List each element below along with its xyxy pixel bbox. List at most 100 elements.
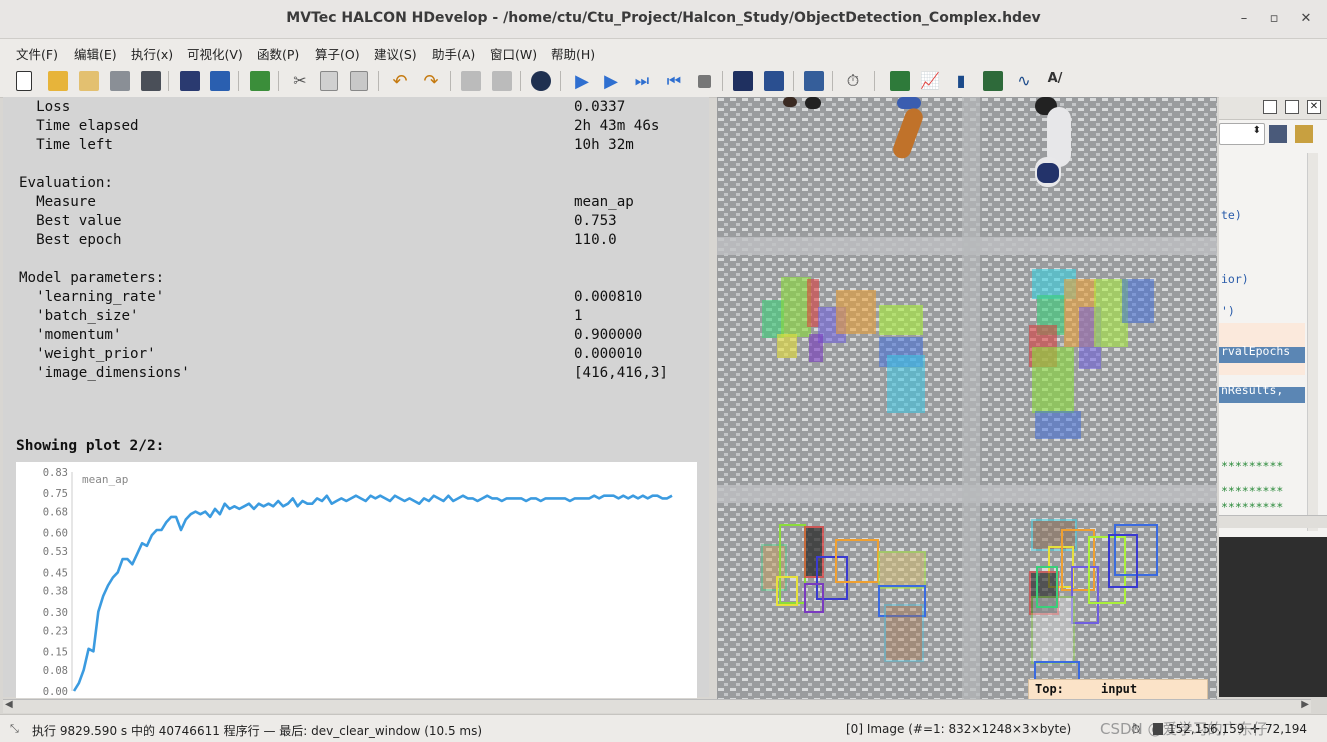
editor-toolbar-icon[interactable] bbox=[1269, 125, 1287, 143]
output-value: 10h 32m bbox=[574, 137, 634, 153]
output-label: 'momentum' bbox=[19, 327, 122, 343]
menu-edit[interactable]: 编辑(E) bbox=[74, 44, 117, 63]
output-value: 0.000810 bbox=[574, 289, 643, 305]
histogram-icon[interactable]: ▮ bbox=[951, 71, 971, 91]
y-tick-label: 0.38 bbox=[43, 586, 68, 598]
run-icon[interactable]: ▶ bbox=[572, 71, 592, 92]
status-indicator-icon: ⤡ bbox=[10, 722, 19, 735]
scroll-left-icon[interactable]: ◀ bbox=[5, 699, 13, 710]
uncomment-icon[interactable] bbox=[492, 71, 512, 91]
menu-execute[interactable]: 执行(x) bbox=[131, 44, 173, 63]
maximize-icon[interactable] bbox=[1285, 100, 1299, 114]
output-label: Model parameters: bbox=[19, 270, 165, 286]
pill-detection-image bbox=[717, 97, 1217, 699]
output-value: 110.0 bbox=[574, 232, 617, 248]
output-value: [416,416,3] bbox=[574, 365, 668, 381]
y-tick-label: 0.68 bbox=[43, 507, 68, 519]
y-tick-label: 0.30 bbox=[43, 607, 68, 619]
minimize-icon[interactable] bbox=[1263, 100, 1277, 114]
menu-help[interactable]: 帮助(H) bbox=[551, 44, 595, 63]
toolbar: ✂ ↶ ↷ ▶ ▶ ⏭ ⏮ ⏱ 📈 ▮ ∿ A/ bbox=[0, 65, 1327, 98]
menu-operators[interactable]: 算子(O) bbox=[315, 44, 360, 63]
copy-icon[interactable] bbox=[320, 71, 338, 91]
output-label: 'weight_prior' bbox=[19, 346, 156, 362]
minimize-button[interactable]: – bbox=[1235, 10, 1253, 28]
status-bar: ⤡ 执行 9829.590 s 中的 40746611 程序行 — 最后: de… bbox=[0, 714, 1327, 742]
reset-program-icon[interactable] bbox=[733, 71, 753, 91]
activate-icon[interactable] bbox=[764, 71, 784, 91]
y-tick-label: 0.15 bbox=[43, 646, 68, 658]
redo-icon[interactable]: ↷ bbox=[421, 71, 441, 92]
pixel-info-tooltip: Top: input bbox=[1028, 679, 1208, 699]
menu-bar: 文件(F) 编辑(E) 执行(x) 可视化(V) 函数(P) 算子(O) 建议(… bbox=[0, 39, 1327, 65]
comment-icon[interactable] bbox=[461, 71, 481, 91]
editor-vscrollbar[interactable] bbox=[1307, 153, 1318, 531]
plot-canvas: 0.83 0.75 0.68 0.60 0.53 0.45 0.38 0.30 0.23 0.15… bbox=[43, 467, 673, 698]
open-example-icon[interactable] bbox=[79, 71, 99, 91]
feature-histogram-icon[interactable] bbox=[983, 71, 1003, 91]
code-line: ********* bbox=[1221, 500, 1284, 514]
image-info: [0] Image (#=1: 832×1248×3×byte) bbox=[846, 722, 1072, 736]
output-value: 0.000010 bbox=[574, 346, 643, 362]
line-profile-icon[interactable]: ∿ bbox=[1014, 71, 1034, 91]
find-icon[interactable] bbox=[531, 71, 551, 91]
cut-icon[interactable]: ✂ bbox=[290, 71, 310, 91]
step-over-icon[interactable]: ▶ bbox=[601, 71, 621, 92]
procedure-select[interactable]: ⬍ bbox=[1219, 123, 1265, 145]
editor-title-bar: ✕ bbox=[1219, 97, 1327, 120]
menu-window[interactable]: 窗口(W) bbox=[490, 44, 537, 63]
print-icon[interactable] bbox=[141, 71, 161, 91]
paste-icon[interactable] bbox=[350, 71, 368, 91]
legend-label: mean_ap bbox=[82, 473, 128, 486]
y-tick-label: 0.53 bbox=[43, 546, 68, 558]
output-value: mean_ap bbox=[574, 194, 634, 210]
export-icon[interactable] bbox=[210, 71, 230, 91]
close-button[interactable]: ✕ bbox=[1297, 10, 1315, 28]
code-line: ********* bbox=[1221, 484, 1284, 498]
undo-icon[interactable]: ↶ bbox=[390, 71, 410, 92]
breakpoint-icon[interactable] bbox=[804, 71, 824, 91]
code-line: rvalEpochs bbox=[1221, 344, 1291, 358]
save-icon[interactable] bbox=[110, 71, 130, 91]
close-icon[interactable]: ✕ bbox=[1307, 100, 1321, 114]
y-tick-label: 0.23 bbox=[43, 625, 68, 637]
y-tick-label: 0.60 bbox=[43, 528, 68, 540]
new-file-icon[interactable] bbox=[16, 71, 32, 91]
menu-procedures[interactable]: 函数(P) bbox=[257, 44, 299, 63]
menu-suggestions[interactable]: 建议(S) bbox=[374, 44, 417, 63]
program-window-icon[interactable] bbox=[250, 71, 270, 91]
program-editor-window[interactable]: ✕ ⬍ te) ior) ') rvalEpochs nResults, ***… bbox=[1219, 97, 1327, 537]
graphics-hscrollbar[interactable]: ◀ ▶ bbox=[3, 699, 1311, 713]
empty-workspace bbox=[1219, 537, 1327, 697]
editor-hscrollbar[interactable] bbox=[1219, 515, 1327, 528]
maximize-button[interactable]: ▫ bbox=[1265, 10, 1283, 28]
ocr-icon[interactable]: A/ bbox=[1045, 71, 1065, 91]
open-file-icon[interactable] bbox=[48, 71, 68, 91]
import-icon[interactable] bbox=[180, 71, 200, 91]
y-tick-label: 0.08 bbox=[43, 665, 68, 677]
output-label: 'batch_size' bbox=[19, 308, 139, 324]
gauge-icon: ⏱ bbox=[1131, 722, 1141, 736]
menu-visualization[interactable]: 可视化(V) bbox=[187, 44, 243, 63]
crosshair-icon: ✛ bbox=[1250, 722, 1261, 736]
code-line: te) bbox=[1221, 208, 1242, 222]
profiler-icon[interactable]: ⏱ bbox=[843, 71, 863, 91]
output-value: 2h 43m 46s bbox=[574, 118, 660, 134]
zoom-graphics-icon[interactable] bbox=[890, 71, 910, 91]
step-out-icon[interactable]: ⏮ bbox=[664, 71, 684, 91]
chevron-down-icon: ⬍ bbox=[1252, 125, 1261, 136]
image-window[interactable]: Top: input bbox=[717, 97, 1217, 699]
y-tick-label: 0.83 bbox=[43, 467, 68, 479]
output-label: Measure bbox=[19, 194, 96, 210]
title-bar: MVTec HALCON HDevelop - /home/ctu/Ctu_Pr… bbox=[0, 0, 1327, 39]
stop-icon[interactable] bbox=[698, 75, 711, 88]
series-line-mean-ap bbox=[72, 494, 673, 692]
output-label: Best epoch bbox=[19, 232, 122, 248]
step-into-icon[interactable]: ⏭ bbox=[632, 71, 652, 91]
gray-histogram-icon[interactable]: 📈 bbox=[920, 71, 940, 91]
editor-toolbar-icon-2[interactable] bbox=[1295, 125, 1313, 143]
scroll-right-icon[interactable]: ▶ bbox=[1301, 699, 1309, 710]
output-label: Loss bbox=[19, 99, 71, 115]
menu-assistants[interactable]: 助手(A) bbox=[432, 44, 475, 63]
menu-file[interactable]: 文件(F) bbox=[16, 44, 58, 63]
